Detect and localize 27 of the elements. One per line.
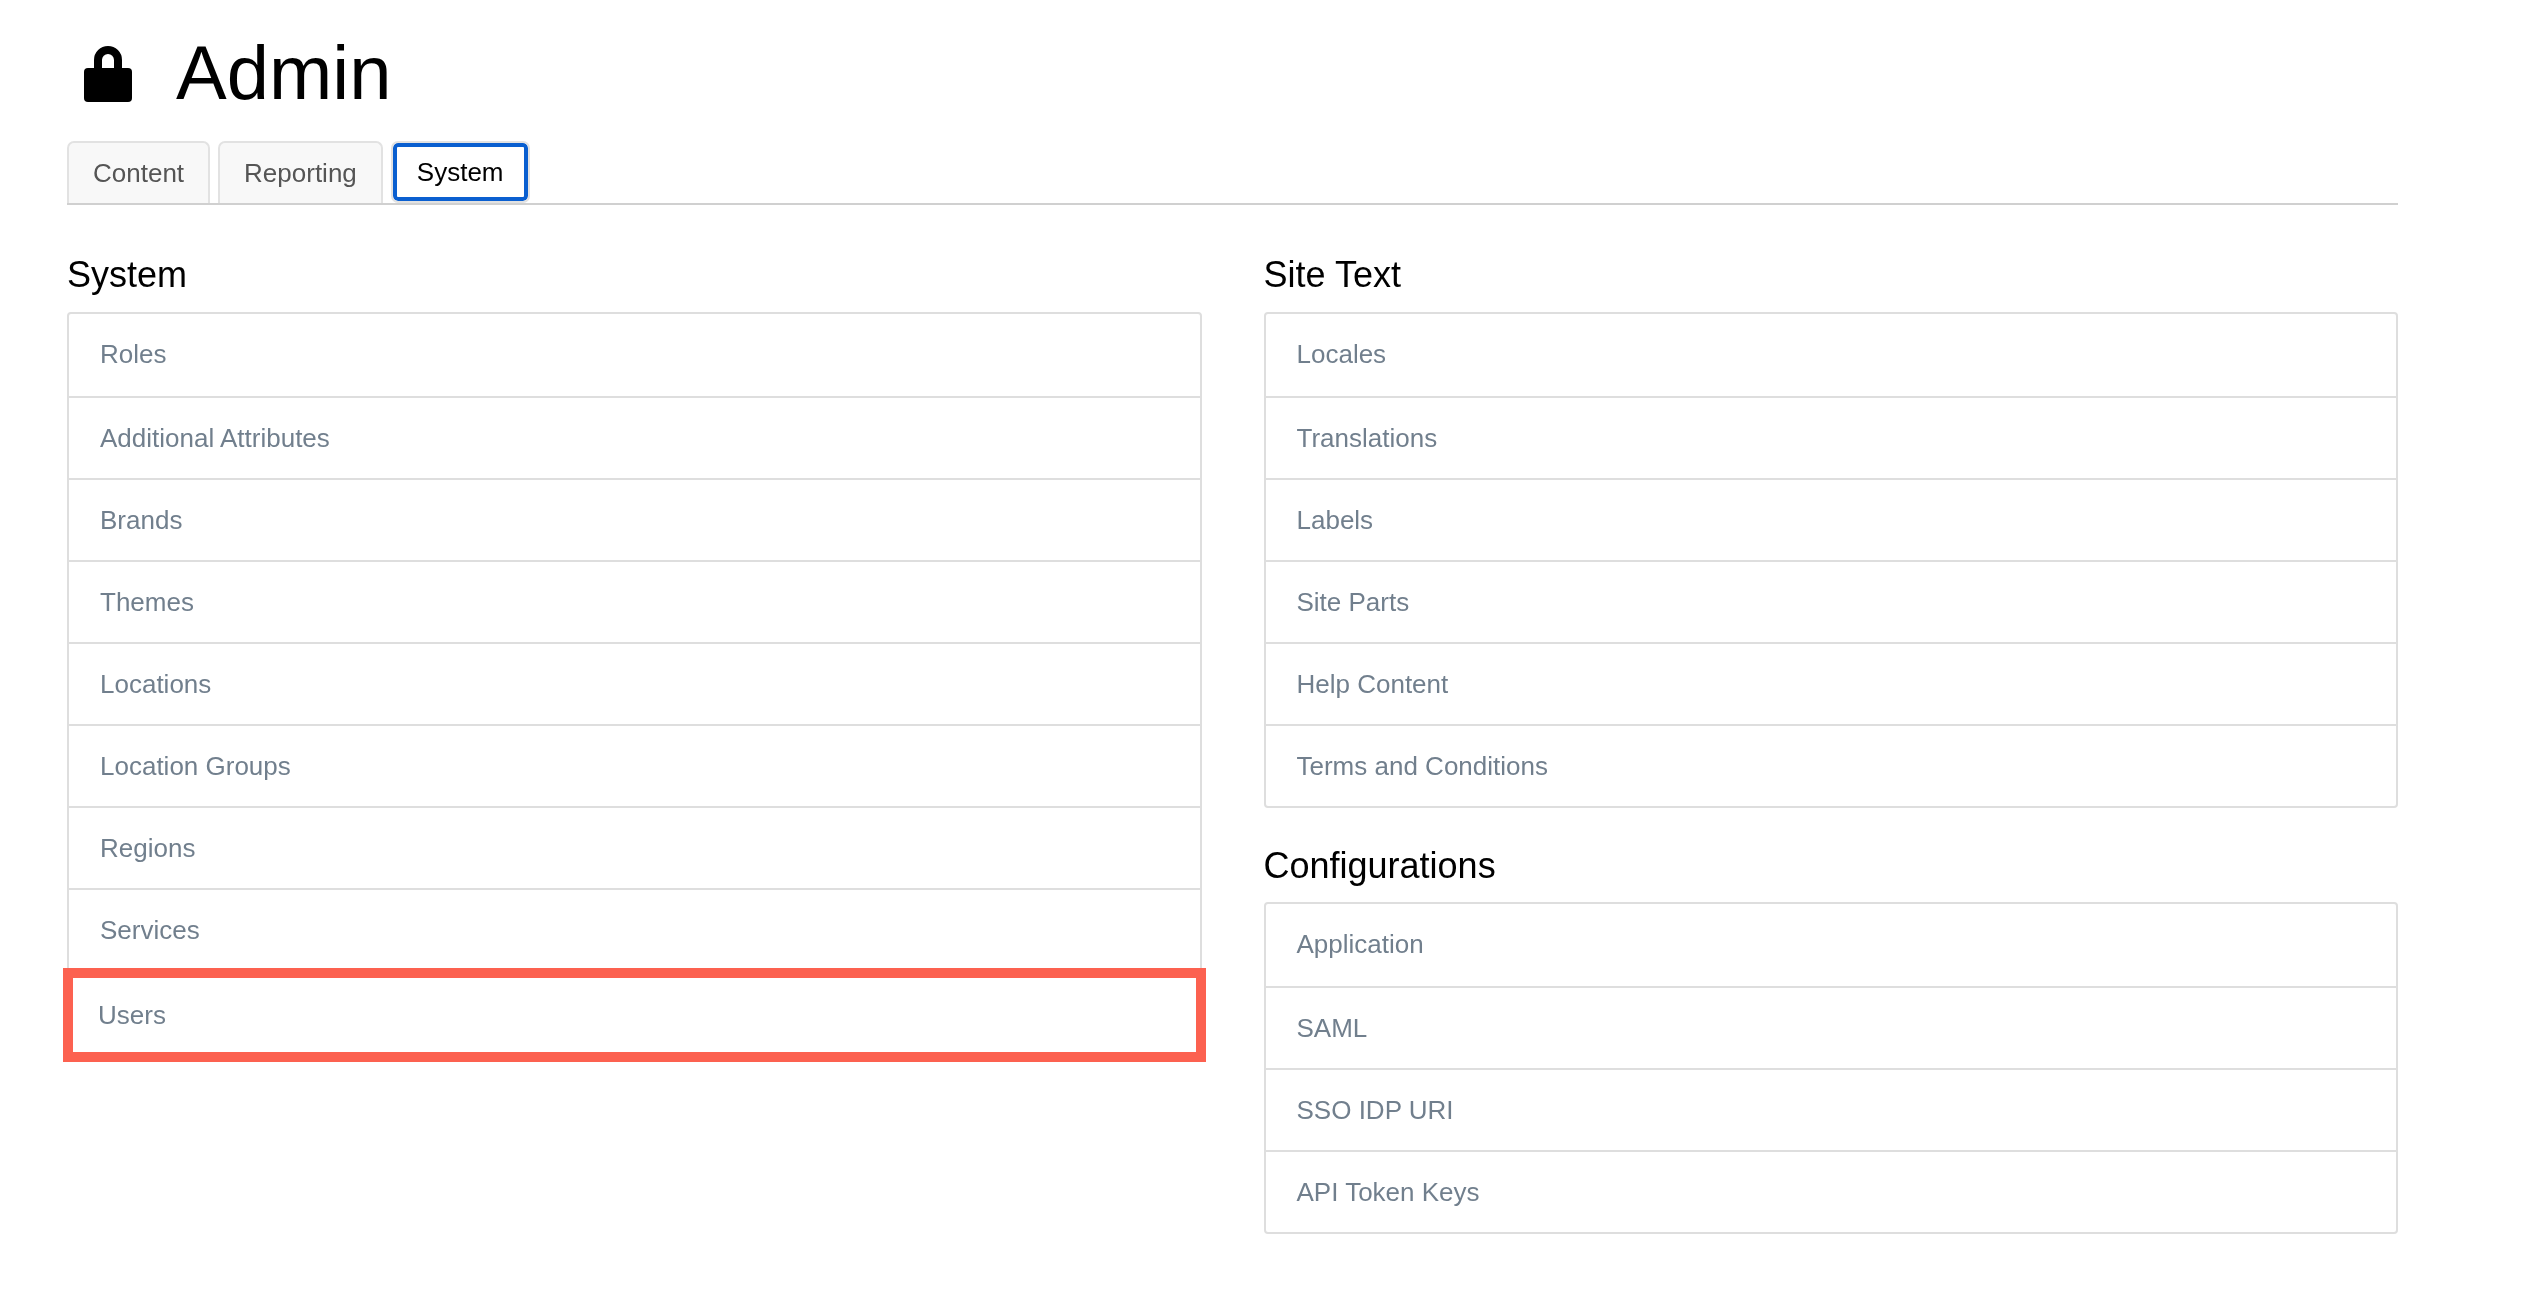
menu-link[interactable]: Themes	[69, 559, 1200, 642]
menu-link[interactable]: Roles	[69, 313, 1200, 396]
menu-link[interactable]: SAML	[1265, 986, 2396, 1069]
tab[interactable]: System	[390, 141, 530, 203]
menu-link[interactable]: Locations	[69, 641, 1200, 724]
menu-link[interactable]: Users	[63, 967, 1206, 1062]
menu-link[interactable]: SSO IDP URI	[1265, 1068, 2396, 1151]
menu-link[interactable]: Services	[69, 887, 1200, 970]
tab[interactable]: Reporting	[218, 141, 383, 203]
menu-link[interactable]: Location Groups	[69, 723, 1200, 806]
menu-link[interactable]: API Token Keys	[1265, 1150, 2396, 1233]
section-heading: System	[67, 253, 189, 297]
menu-link[interactable]: Terms and Conditions	[1265, 723, 2396, 806]
lock-icon	[84, 44, 132, 102]
menu-link[interactable]: Translations	[1265, 395, 2396, 478]
menu-link[interactable]: Additional Attributes	[69, 395, 1200, 478]
menu-link[interactable]: Application	[1265, 904, 2396, 987]
menu-link[interactable]: Regions	[69, 805, 1200, 888]
menu-link[interactable]: Site Parts	[1265, 559, 2396, 642]
menu-link[interactable]: Brands	[69, 477, 1200, 560]
tab[interactable]: Content	[67, 141, 211, 203]
page-title: Admin	[176, 35, 392, 111]
section-heading: Configurations	[1263, 843, 1497, 888]
menu-link[interactable]: Locales	[1265, 313, 2396, 396]
menu-link[interactable]: Help Content	[1265, 641, 2396, 724]
section-heading: Site Text	[1263, 253, 1402, 297]
menu-link[interactable]: Labels	[1265, 477, 2396, 560]
